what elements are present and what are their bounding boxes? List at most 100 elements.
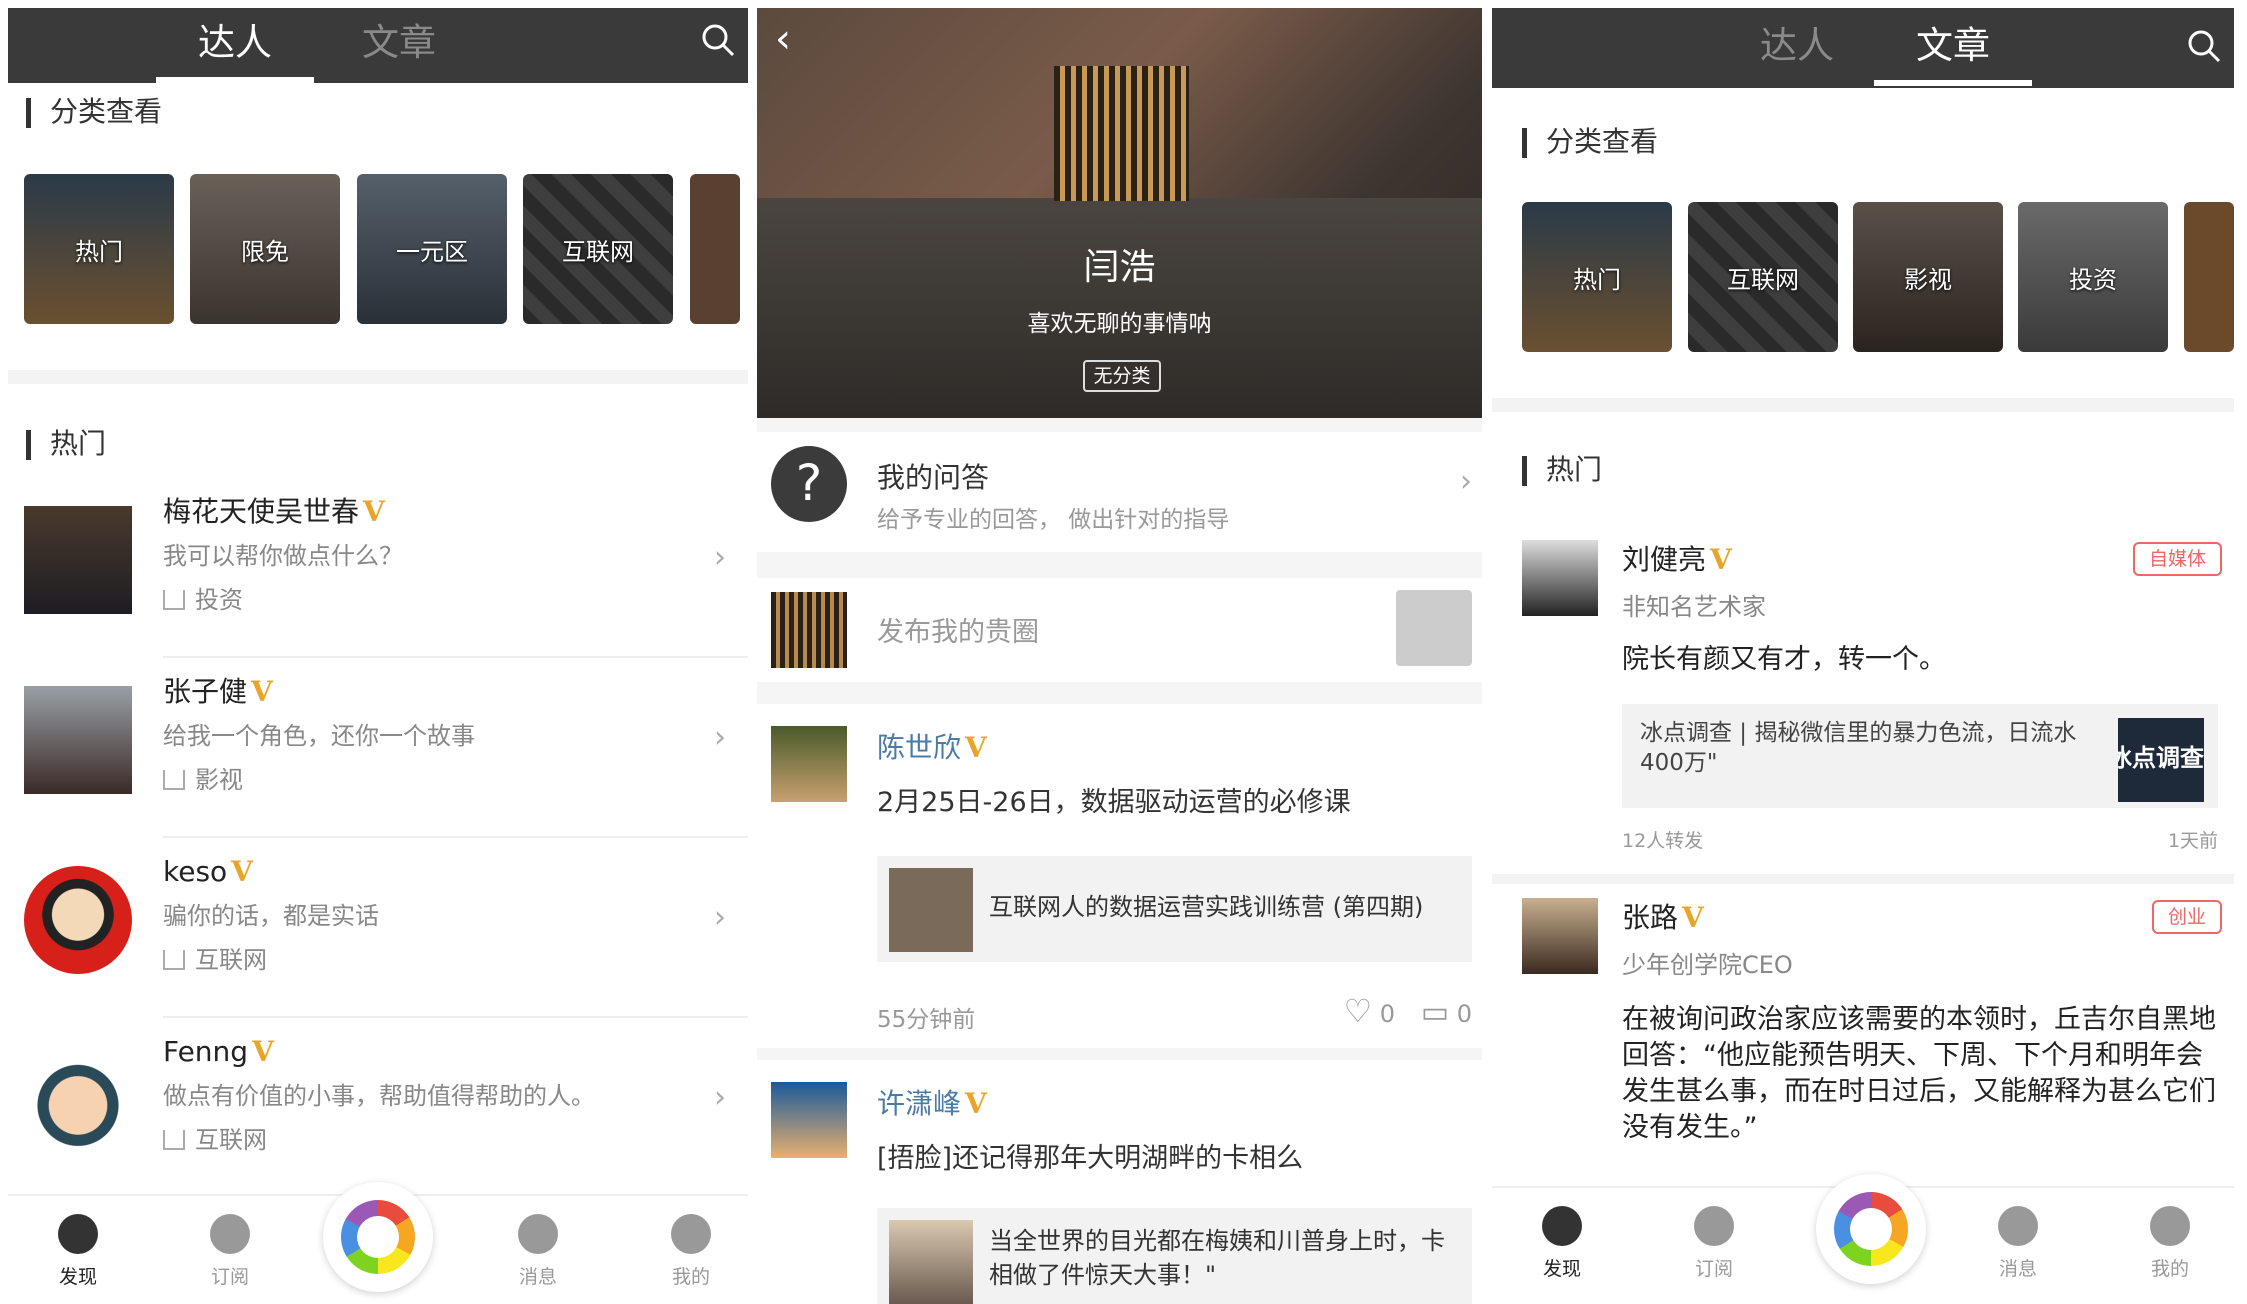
publish-input[interactable]: 发布我的贵圈 (877, 610, 1039, 649)
post-author: 许潇峰 (877, 1087, 962, 1120)
nav-discover[interactable]: 发现 (1512, 1196, 1612, 1281)
post-card[interactable]: 陈世欣 V 2月25日-26日，数据驱动运营的必修课 互联网人的数据运营实践训练营… (757, 704, 1482, 1048)
nav-subscribe[interactable]: 订阅 (1664, 1196, 1764, 1281)
nav-label: 发现 (58, 1266, 97, 1288)
heart-icon[interactable]: ♡ (1343, 992, 1372, 1030)
article-tag: 自媒体 (2132, 542, 2222, 576)
back-icon[interactable]: ‹ (775, 16, 791, 62)
nav-label: 消息 (1998, 1258, 2037, 1280)
tab-experts[interactable]: 达人 (1718, 16, 1876, 86)
post-link[interactable]: 当全世界的目光都在梅姨和川普身上时，卡相做了件惊天大事！" (877, 1208, 1472, 1304)
category-invest[interactable]: 投资 (2018, 202, 2168, 352)
tab-articles[interactable]: 文章 (1874, 16, 2032, 86)
post-author-line: 陈世欣 V (877, 726, 987, 766)
expert-name-line: 梅花天使吴世春 V (163, 492, 385, 532)
chevron-right-icon: › (1460, 464, 1472, 499)
divider (8, 370, 748, 384)
user-icon (671, 1214, 711, 1254)
chevron-right-icon: › (714, 540, 726, 575)
avatar (1522, 540, 1598, 616)
category-more[interactable] (2184, 202, 2234, 352)
nav-messages[interactable]: 消息 (488, 1204, 588, 1289)
nav-me[interactable]: 我的 (641, 1204, 741, 1289)
category-label: 投资 (2069, 265, 2117, 294)
profile-screen: ‹ 闫浩 喜欢无聊的事情呐 无分类 ? 我的问答 给予专业的回答， 做出针对的指… (757, 8, 1482, 1304)
nav-subscribe[interactable]: 订阅 (180, 1204, 280, 1289)
avatar (771, 1082, 847, 1158)
article-author: 张路 (1622, 901, 1679, 934)
qa-title: 我的问答 (877, 461, 990, 494)
center-ring-button[interactable] (323, 1182, 433, 1292)
category-film[interactable]: 影视 (1853, 202, 2003, 352)
verified-badge: V (1682, 901, 1704, 934)
chat-icon (518, 1214, 558, 1254)
comment-count: 0 (1456, 1000, 1472, 1028)
category-internet[interactable]: 互联网 (523, 174, 673, 324)
nav-label: 我的 (2150, 1258, 2189, 1280)
post-link[interactable]: 互联网人的数据运营实践训练营 (第四期) (877, 856, 1472, 962)
author-subtitle: 非知名艺术家 (1622, 593, 1766, 621)
expert-row[interactable]: keso V 骗你的话，都是实话 互联网 › (8, 852, 748, 1032)
search-icon[interactable] (2184, 26, 2224, 66)
category-icon (163, 770, 185, 790)
category-one-yuan[interactable]: 一元区 (357, 174, 507, 324)
comment-icon[interactable]: ▭ (1421, 995, 1449, 1030)
article-author-line: 刘健亮 V (1622, 540, 1732, 580)
category-label: 热门 (75, 237, 123, 266)
nav-me[interactable]: 我的 (2120, 1196, 2220, 1281)
publish-card[interactable]: 发布我的贵圈 (757, 578, 1482, 682)
verified-badge: V (231, 855, 253, 888)
expert-row[interactable]: 张子健 V 给我一个角色，还你一个故事 影视 › (8, 672, 748, 852)
category-more[interactable] (690, 174, 740, 324)
chat-icon (1998, 1206, 2038, 1246)
expert-category-label: 互联网 (195, 1126, 267, 1154)
verified-badge: V (252, 1035, 274, 1068)
article-card[interactable]: 张路 V 创业 少年创学院CEO 在被询问政治家应该需要的本领时，丘吉尔自黑地回答… (1492, 898, 2234, 1198)
separator (163, 836, 748, 838)
verified-badge: V (251, 675, 273, 708)
tab-articles[interactable]: 文章 (320, 13, 478, 83)
verified-badge: V (965, 1087, 987, 1120)
search-icon[interactable] (698, 20, 738, 60)
category-hot[interactable]: 热门 (1522, 202, 1672, 352)
article-time: 1天前 (2167, 830, 2218, 852)
category-hot[interactable]: 热门 (24, 174, 174, 324)
nav-messages[interactable]: 消息 (1968, 1196, 2068, 1281)
category-icon (163, 1130, 185, 1150)
expert-category-label: 互联网 (195, 946, 267, 974)
my-avatar (771, 592, 847, 668)
camera-icon[interactable] (1396, 590, 1472, 666)
article-card[interactable]: 刘健亮 V 自媒体 非知名艺术家 院长有颜又有才，转一个。 冰点调查 | 揭秘微信… (1492, 528, 2234, 873)
share-count: 12人转发 (1622, 830, 1704, 852)
expert-category: 投资 (163, 582, 243, 618)
article-link[interactable]: 冰点调查 | 揭秘微信里的暴力色流，日流水400万" 冰点调查 (1622, 704, 2218, 808)
expert-name: Fenng (163, 1035, 249, 1068)
qa-card[interactable]: ? 我的问答 给予专业的回答， 做出针对的指导 › (757, 432, 1482, 552)
center-ring-button[interactable] (1816, 1174, 1926, 1284)
hot-heading: 热门 (26, 424, 106, 464)
nav-label: 订阅 (210, 1266, 249, 1288)
article-tag: 创业 (2151, 900, 2222, 934)
profile-name: 闫浩 (1083, 247, 1156, 288)
list-icon (210, 1214, 250, 1254)
link-thumbnail (889, 868, 973, 952)
avatar (24, 506, 132, 614)
tab-experts[interactable]: 达人 (156, 13, 314, 83)
expert-category: 互联网 (163, 1122, 267, 1158)
category-free[interactable]: 限免 (190, 174, 340, 324)
category-internet[interactable]: 互联网 (1688, 202, 1838, 352)
link-title: 当全世界的目光都在梅姨和川普身上时，卡相做了件惊天大事！" (989, 1227, 1445, 1289)
expert-tagline: 给我一个角色，还你一个故事 (163, 722, 475, 750)
category-heading: 分类查看 (26, 92, 162, 132)
post-text: [捂脸]还记得那年大明湖畔的卡相么 (877, 1143, 1304, 1174)
avatar (24, 866, 132, 974)
category-label: 限免 (241, 237, 289, 266)
divider (1492, 874, 2234, 884)
category-heading: 分类查看 (1522, 122, 1658, 162)
article-author-line: 张路 V (1622, 898, 1704, 938)
article-author: 刘健亮 (1622, 543, 1707, 576)
expert-row[interactable]: 梅花天使吴世春 V 我可以帮你做点什么？ 投资 › (8, 492, 748, 672)
post-card[interactable]: 许潇峰 V [捂脸]还记得那年大明湖畔的卡相么 当全世界的目光都在梅姨和川普身上时… (757, 1060, 1482, 1304)
top-bar: 达人 文章 (1492, 8, 2234, 88)
nav-discover[interactable]: 发现 (28, 1204, 128, 1289)
